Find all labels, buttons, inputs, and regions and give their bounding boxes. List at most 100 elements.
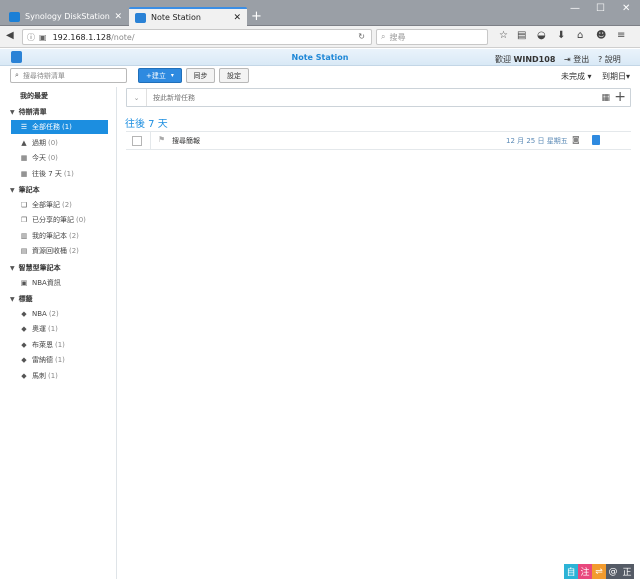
reload-icon[interactable]: ↻: [358, 32, 365, 41]
sidebar-section-smart-notebooks[interactable]: ▼ 智慧型筆記本: [10, 263, 61, 273]
create-button[interactable]: +建立 ▾: [138, 68, 182, 83]
tab-note-station[interactable]: Note Station ✕: [129, 7, 247, 26]
close-icon[interactable]: ✕: [114, 12, 122, 22]
sidebar-item-count: (2): [48, 310, 59, 318]
lock-icon: ▣: [39, 32, 47, 42]
trash-icon: ▤: [20, 247, 28, 255]
sidebar-item-tag-olympics[interactable]: ◆ 奧運 (1): [11, 322, 108, 336]
tag-icon: ◆: [21, 310, 27, 318]
welcome-text: 歡迎 WIND108: [495, 54, 555, 65]
sidebar-item-count: (0): [48, 139, 58, 147]
task-row[interactable]: ⚑ 搜尋簡報 12 月 25 日 星期五 ◙: [126, 131, 631, 150]
caret-down-icon: ▼: [10, 186, 15, 194]
calendar-icon: ▦: [20, 154, 28, 162]
section-label: 待辦清單: [18, 108, 47, 116]
section-label: 標籤: [18, 295, 33, 303]
todo-search-placeholder: 搜尋待辦清單: [22, 71, 65, 80]
sidebar-item-count: (1): [48, 372, 58, 380]
todo-search-input[interactable]: ⌕ 搜尋待辦清單: [10, 68, 127, 83]
sidebar-item-tag-nba[interactable]: ◆ NBA (2): [11, 307, 108, 321]
reminder-icon[interactable]: ◙: [572, 135, 580, 144]
sidebar-item-label: 奧運: [32, 325, 46, 333]
keyboard-calendar-icon[interactable]: ▦: [601, 93, 610, 103]
ime-zhuyin-icon[interactable]: 注: [578, 564, 592, 579]
notes-icon: ❏: [20, 201, 28, 209]
logout-link[interactable]: ⇥ 登出: [564, 54, 589, 65]
help-link[interactable]: ? 說明: [598, 54, 621, 65]
sidebar-item-label: 我的筆記本: [32, 232, 67, 240]
sidebar-item-next-7-days[interactable]: ▦ 往後 7 天 (1): [11, 167, 108, 181]
sidebar-item-count: (2): [69, 247, 79, 255]
sidebar-item-nba-info[interactable]: ▣ NBA資訊: [11, 276, 108, 290]
browser-search-input[interactable]: ⌕ 搜尋: [376, 29, 488, 45]
sidebar-item-all-tasks[interactable]: ☰ 全部任務 (1): [11, 120, 108, 134]
sidebar-item-all-notes[interactable]: ❏ 全部筆記 (2): [11, 198, 108, 212]
sidebar-item-recycle-bin[interactable]: ▤ 資源回收桶 (2): [11, 244, 108, 258]
task-checkbox[interactable]: [132, 136, 142, 146]
sidebar-item-count: (1): [55, 356, 65, 364]
search-icon: ⌕: [15, 71, 19, 79]
sidebar-item-my-notebooks[interactable]: ▥ 我的筆記本 (2): [11, 229, 108, 243]
ime-at-icon[interactable]: @: [606, 564, 620, 579]
chevron-down-icon[interactable]: ⌄: [127, 89, 147, 106]
synology-favicon-icon: [9, 11, 20, 22]
ime-full-width-icon[interactable]: 正: [620, 564, 634, 579]
download-icon[interactable]: ⬇: [557, 30, 565, 41]
tag-icon: ◆: [21, 372, 27, 380]
ime-auto-icon[interactable]: 自: [564, 564, 578, 579]
browser-nav-bar: ◀ ⓘ ▣ 192.168.1.128 /note/ ↻ ⌕ 搜尋 ☆ ▤ ◒ …: [0, 26, 640, 48]
add-task-plus-button[interactable]: +: [614, 89, 626, 105]
sidebar-item-today[interactable]: ▦ 今天 (0): [11, 151, 108, 165]
sidebar-item-overdue[interactable]: ▲ 過期 (0): [11, 136, 108, 150]
sidebar-item-count: (0): [48, 154, 58, 162]
bookmark-star-icon[interactable]: ☆: [499, 30, 508, 41]
settings-button[interactable]: 設定: [219, 68, 249, 83]
logout-icon: ⇥: [564, 55, 571, 64]
app-toolbar: ⌕ 搜尋待辦清單 +建立 ▾ 同步 設定 未完成 ▾ 到期日▾: [0, 66, 640, 86]
sidebar-favorites[interactable]: 我的最愛: [20, 91, 48, 101]
url-bar[interactable]: ⓘ ▣ 192.168.1.128 /note/ ↻: [22, 29, 372, 45]
sidebar-section-notebooks[interactable]: ▼ 筆記本: [10, 185, 40, 195]
task-title[interactable]: 搜尋簡報: [172, 136, 200, 146]
smart-notebook-icon: ▣: [20, 279, 28, 287]
sidebar-item-tag-spurs[interactable]: ◆ 馬刺 (1): [11, 369, 108, 383]
tab-synology-diskstation[interactable]: Synology DiskStation - … ✕: [3, 7, 128, 26]
flag-icon[interactable]: ⚑: [158, 135, 165, 144]
tag-icon: ◆: [21, 356, 27, 364]
caret-down-icon: ▼: [10, 108, 15, 116]
ime-switch-icon[interactable]: ⇌: [592, 564, 606, 579]
emoji-icon[interactable]: ☻: [596, 30, 606, 41]
new-tab-button[interactable]: +: [251, 9, 262, 24]
menu-icon[interactable]: ≡: [617, 30, 625, 41]
sidebar: 我的最愛 ▼ 待辦清單 ☰ 全部任務 (1) ▲ 過期 (0) ▦ 今天 (0) …: [0, 87, 117, 579]
sidebar-section-todo[interactable]: ▼ 待辦清單: [10, 107, 47, 117]
sidebar-item-label: 全部任務: [32, 123, 60, 131]
due-filter-dropdown[interactable]: 到期日▾: [602, 71, 630, 82]
sync-button[interactable]: 同步: [186, 68, 215, 83]
row-divider: [150, 132, 151, 149]
window-close-button[interactable]: ✕: [622, 3, 630, 14]
home-icon[interactable]: ⌂: [577, 30, 583, 41]
maximize-button[interactable]: ☐: [596, 3, 605, 14]
site-info-icon[interactable]: ⓘ: [27, 32, 35, 43]
linked-note-icon[interactable]: [592, 135, 600, 145]
minimize-button[interactable]: —: [570, 3, 580, 14]
sidebar-section-tags[interactable]: ▼ 標籤: [10, 294, 33, 304]
pocket-icon[interactable]: ◒: [537, 30, 546, 41]
tab-label: Note Station: [151, 13, 201, 22]
sidebar-item-count: (1): [55, 341, 65, 349]
close-icon[interactable]: ✕: [233, 13, 241, 23]
add-task-input[interactable]: [147, 93, 630, 102]
tag-icon: ◆: [21, 341, 27, 349]
sidebar-item-label: 雷納德: [32, 356, 53, 364]
sidebar-item-label: 全部筆記: [32, 201, 60, 209]
sidebar-item-tag-leonard[interactable]: ◆ 雷納德 (1): [11, 353, 108, 367]
section-label: 筆記本: [18, 186, 40, 194]
sidebar-item-tag-bryant[interactable]: ◆ 布萊恩 (1): [11, 338, 108, 352]
sidebar-item-shared-notes[interactable]: ❐ 已分享的筆記 (0): [11, 213, 108, 227]
reading-list-icon[interactable]: ▤: [517, 30, 526, 41]
back-arrow-icon[interactable]: ◀: [6, 30, 14, 41]
status-filter-dropdown[interactable]: 未完成 ▾: [561, 71, 592, 82]
warning-icon: ▲: [21, 139, 27, 147]
chevron-down-icon[interactable]: ▾: [171, 72, 174, 79]
